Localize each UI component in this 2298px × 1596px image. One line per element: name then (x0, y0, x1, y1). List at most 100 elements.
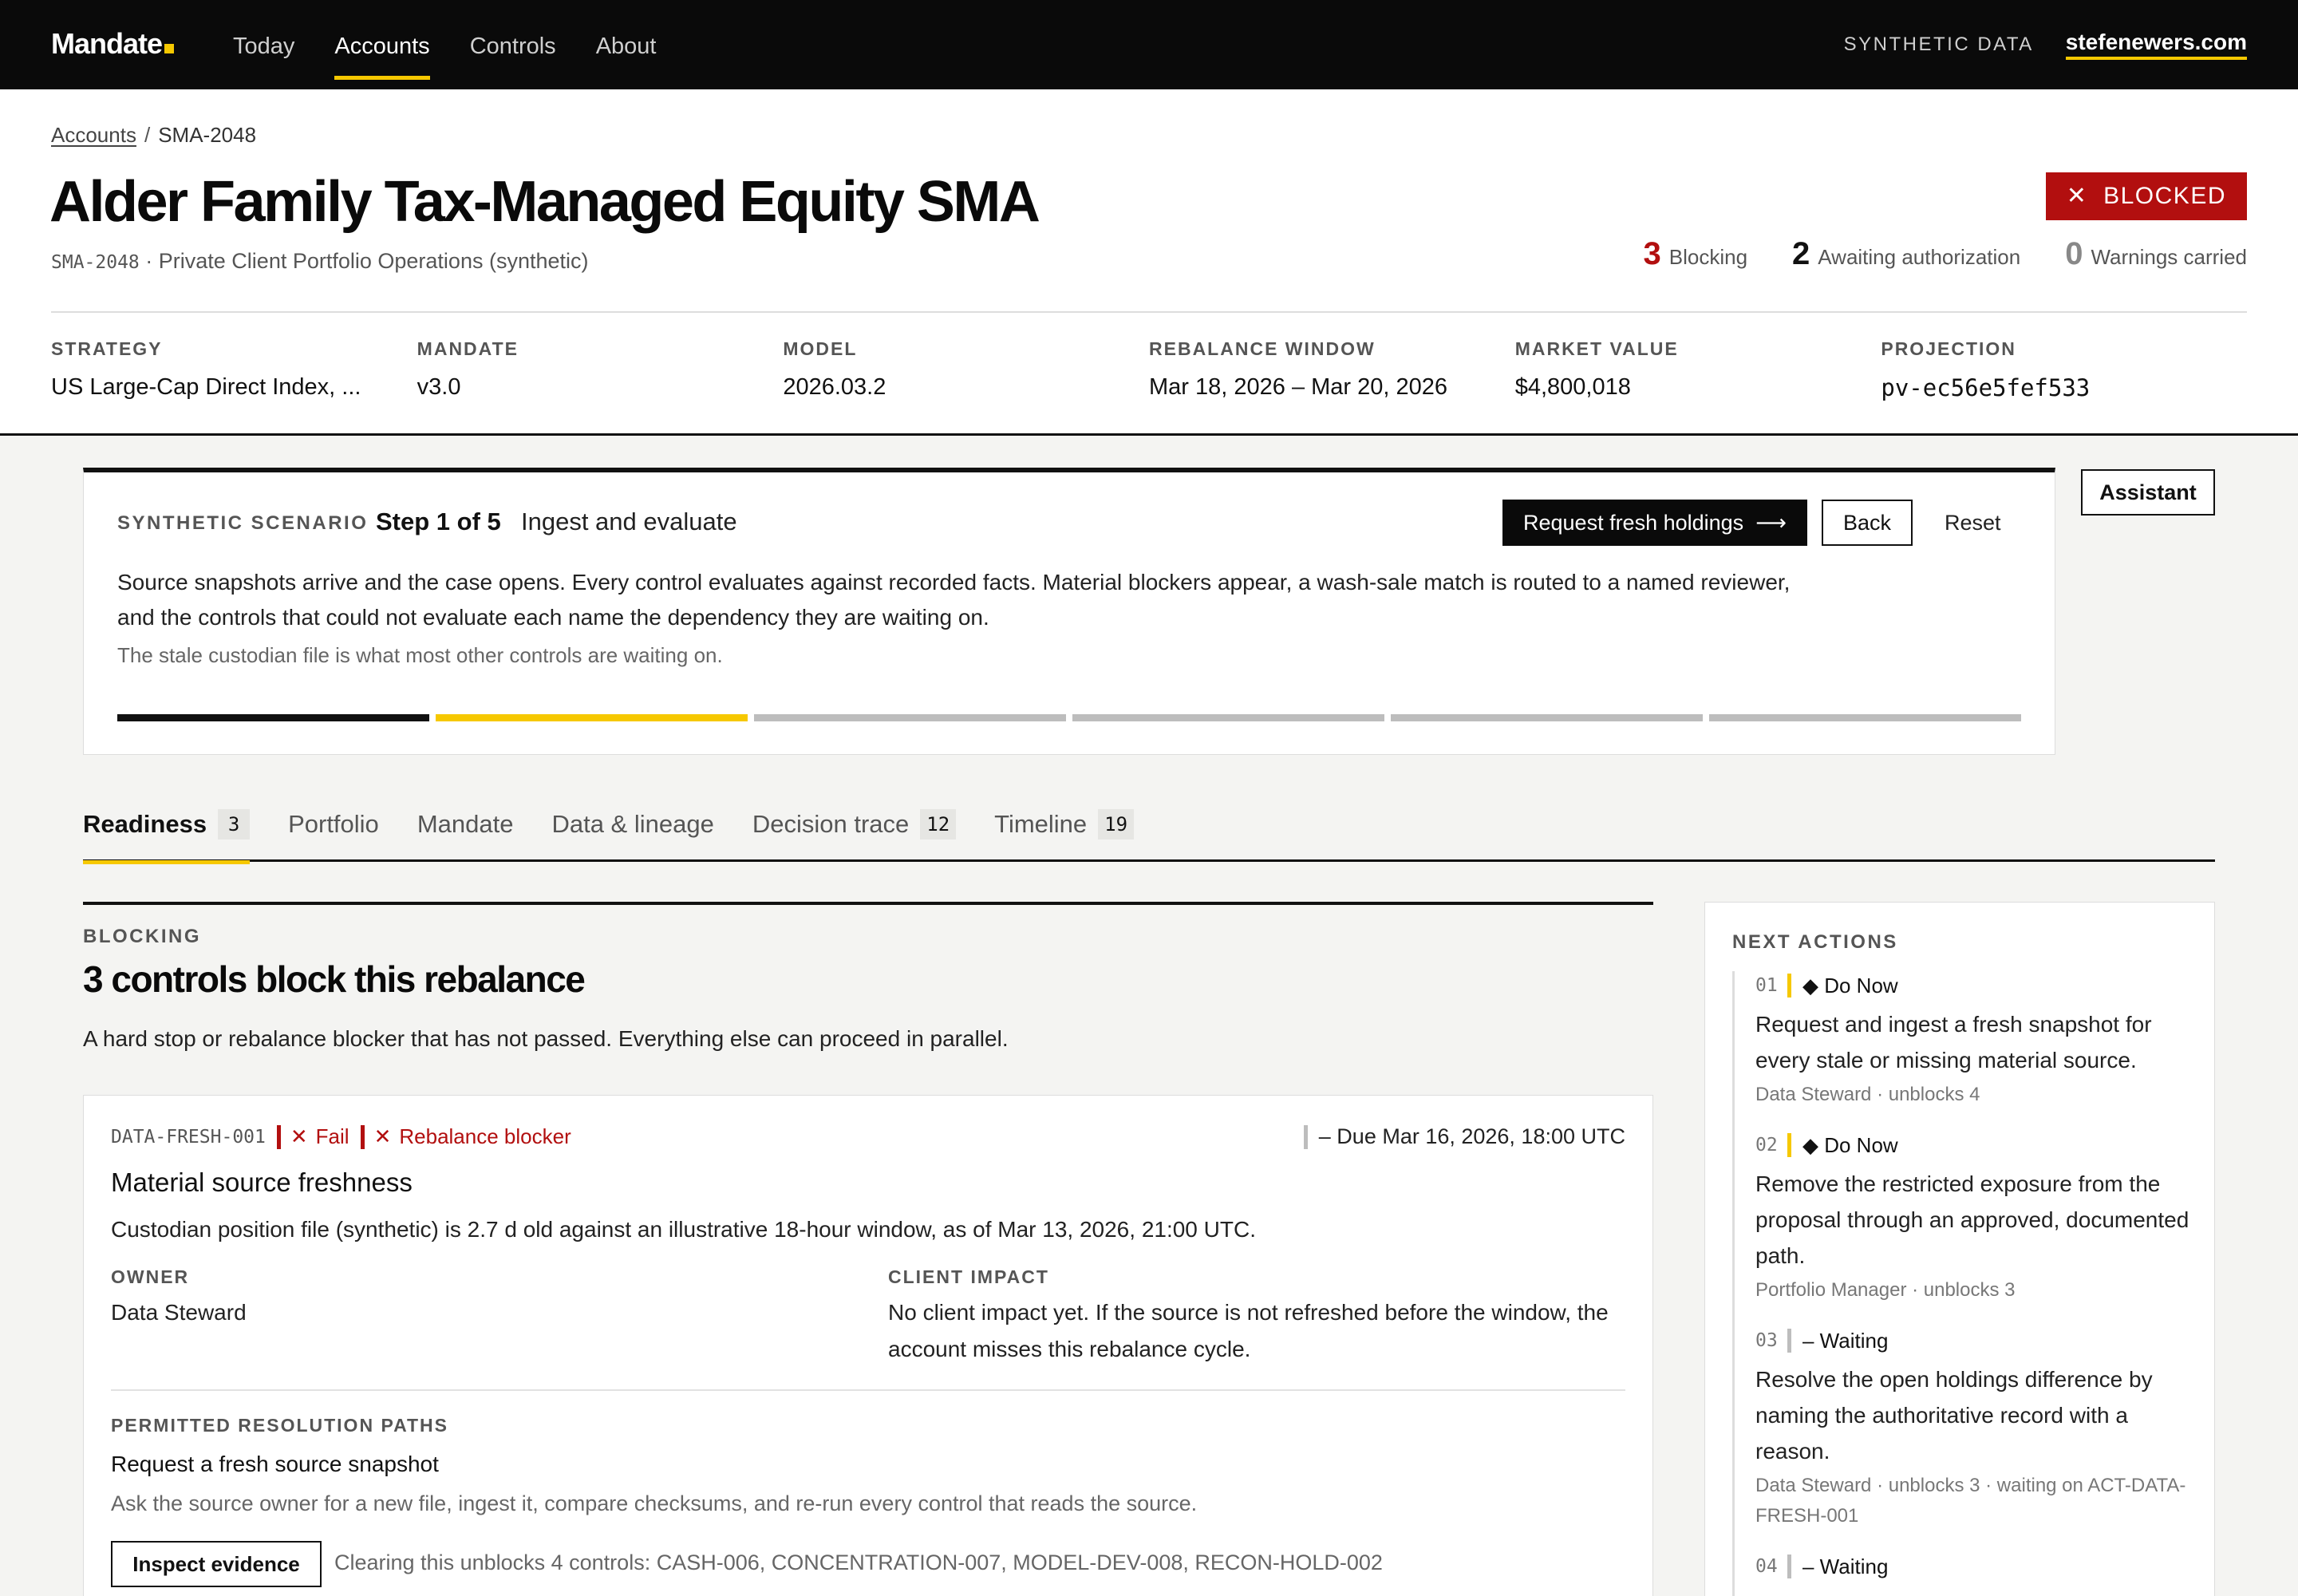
section-eyebrow: BLOCKING (83, 926, 201, 947)
tab-portfolio[interactable]: Portfolio (288, 798, 379, 862)
close-icon: ✕ (2066, 183, 2088, 209)
scenario-note: The stale custodian file is what most ot… (117, 643, 723, 667)
breadcrumb: Accounts / SMA-2048 (51, 123, 256, 148)
control-card-header: DATA-FRESH-001 ✕ Fail ✕ Rebalance blocker (111, 1124, 571, 1149)
next-action-item[interactable]: 01 ◆ Do Now Request and ingest a fresh sn… (1755, 971, 2192, 1110)
tab-label: Portfolio (288, 810, 379, 838)
meta-projection: PROJECTION pv-ec56e5fef533 (1881, 338, 2247, 401)
owner-value: Data Steward (111, 1300, 247, 1325)
next-action-item[interactable]: 02 ◆ Do Now Remove the restricted exposur… (1755, 1131, 2192, 1306)
action-number: 03 (1755, 1330, 1778, 1351)
meta-mandate: MANDATE v3.0 (417, 338, 784, 401)
next-actions-label: NEXT ACTIONS (1732, 931, 1898, 953)
fail-flag-label: Fail (315, 1124, 349, 1148)
status-counts: 3 Blocking 2 Awaiting authorization 0 Warni… (1644, 236, 2247, 272)
header-divider (51, 311, 2247, 313)
action-meta: Data Steward · unblocks 4 (1755, 1084, 1980, 1105)
resolution-path-description: Ask the source owner for a new file, ing… (111, 1491, 1198, 1515)
action-state: – Waiting (1802, 1554, 1889, 1578)
control-title[interactable]: Material source freshness (111, 1167, 413, 1198)
count-warnings-label: Warnings carried (2091, 245, 2247, 269)
scenario-body: Source snapshots arrive and the case ope… (117, 570, 1791, 630)
action-state: – Waiting (1802, 1328, 1889, 1353)
account-code: SMA-2048 (51, 252, 140, 273)
tab-decision-trace[interactable]: Decision trace 12 (752, 798, 957, 862)
count-awaiting-label: Awaiting authorization (1818, 245, 2021, 269)
page-subtitle: SMA-2048 · Private Client Portfolio Oper… (51, 249, 589, 274)
next-action-item[interactable]: 03 – Waiting Resolve the open holdings di… (1755, 1326, 2192, 1531)
page-title: Alder Family Tax-Managed Equity SMA (49, 170, 1040, 234)
control-card: DATA-FRESH-001 ✕ Fail ✕ Rebalance blocker … (83, 1095, 1653, 1596)
tab-count-badge: 19 (1098, 809, 1135, 839)
back-button[interactable]: Back (1822, 500, 1913, 546)
meta-label: MODEL (783, 338, 858, 359)
next-actions-panel: NEXT ACTIONS 01 ◆ Do Now Request and inge… (1704, 902, 2215, 1596)
count-awaiting[interactable]: 2 Awaiting authorization (1792, 236, 2020, 272)
status-badge-label: BLOCKED (2103, 183, 2226, 209)
next-actions-list: 01 ◆ Do Now Request and ingest a fresh sn… (1732, 971, 2192, 1596)
site-link[interactable]: stefenewers.com (2065, 30, 2247, 60)
progress-segment (1072, 714, 1384, 721)
action-number: 01 (1755, 975, 1778, 996)
resolution-path-title: Request a fresh source snapshot (111, 1452, 439, 1476)
owner-label: OWNER (111, 1266, 190, 1287)
resolution-paths-label: PERMITTED RESOLUTION PATHS (111, 1415, 448, 1436)
request-fresh-holdings-label: Request fresh holdings (1523, 511, 1744, 535)
account-tabs: Readiness 3 Portfolio Mandate Data & line… (83, 798, 2215, 864)
breadcrumb-accounts-link[interactable]: Accounts (51, 123, 136, 147)
action-meta: Data Steward · unblocks 3 · waiting on A… (1755, 1475, 2186, 1527)
request-fresh-holdings-button[interactable]: Request fresh holdings ⟶ (1502, 500, 1807, 546)
action-meta: Portfolio Manager · unblocks 3 (1755, 1279, 2016, 1301)
tab-label: Decision trace (752, 810, 910, 838)
priority-bar (1787, 1555, 1791, 1578)
action-number: 02 (1755, 1135, 1778, 1156)
meta-label: MANDATE (417, 338, 519, 359)
tab-label: Timeline (994, 810, 1088, 838)
synthetic-data-tag: SYNTHETIC DATA (1843, 34, 2034, 55)
control-client-impact: CLIENT IMPACT No client impact yet. If t… (888, 1266, 1622, 1368)
arrow-right-icon: ⟶ (1755, 511, 1787, 535)
meta-market-value: MARKET VALUE $4,800,018 (1515, 338, 1881, 401)
meta-value: 2026.03.2 (783, 374, 886, 400)
brand-dot-icon (164, 44, 175, 53)
nav-link-today[interactable]: Today (233, 0, 294, 89)
count-blocking[interactable]: 3 Blocking (1644, 236, 1748, 272)
count-blocking-number: 3 (1643, 236, 1661, 271)
tab-count-badge: 3 (218, 809, 251, 839)
priority-bar (1787, 974, 1791, 998)
tab-timeline[interactable]: Timeline 19 (994, 798, 1135, 862)
progress-segment (436, 714, 748, 721)
brand-logo[interactable]: Mandate (51, 27, 175, 61)
meta-label: PROJECTION (1881, 338, 2016, 359)
meta-value: Mar 18, 2026 – Mar 20, 2026 (1149, 374, 1448, 400)
meta-label: REBALANCE WINDOW (1149, 338, 1376, 359)
next-action-item[interactable]: 04 – Waiting (1755, 1552, 2192, 1581)
count-warnings-number: 0 (2065, 236, 2083, 271)
card-divider (111, 1389, 1625, 1391)
close-icon: ✕ (373, 1124, 392, 1148)
brand-name: Mandate (51, 27, 163, 60)
tab-mandate[interactable]: Mandate (417, 798, 514, 862)
rebalance-blocker-label: Rebalance blocker (399, 1124, 571, 1148)
progress-segment (1391, 714, 1703, 721)
nav-link-about[interactable]: About (596, 0, 657, 89)
reset-button[interactable]: Reset (1945, 500, 2001, 546)
scenario-progress (117, 714, 2021, 721)
tab-count-badge: 12 (920, 809, 957, 839)
nav-link-controls[interactable]: Controls (470, 0, 556, 89)
breadcrumb-current: SMA-2048 (158, 123, 257, 147)
tab-readiness[interactable]: Readiness 3 (83, 798, 251, 864)
assistant-button[interactable]: Assistant (2081, 469, 2215, 516)
meta-value: $4,800,018 (1514, 374, 1631, 400)
priority-bar (1787, 1133, 1791, 1157)
tab-label: Mandate (417, 810, 514, 838)
nav-link-accounts[interactable]: Accounts (334, 0, 430, 89)
control-description: Custodian position file (synthetic) is 2… (111, 1217, 1256, 1242)
meta-rebalance-window: REBALANCE WINDOW Mar 18, 2026 – Mar 20, 2… (1149, 338, 1515, 401)
count-warnings[interactable]: 0 Warnings carried (2065, 236, 2247, 272)
section-title: 3 controls block this rebalance (83, 958, 586, 1000)
action-state: ◆ Do Now (1802, 1132, 1898, 1157)
meta-label: STRATEGY (51, 338, 163, 359)
inspect-evidence-button[interactable]: Inspect evidence (111, 1541, 322, 1587)
tab-data-lineage[interactable]: Data & lineage (551, 798, 713, 862)
